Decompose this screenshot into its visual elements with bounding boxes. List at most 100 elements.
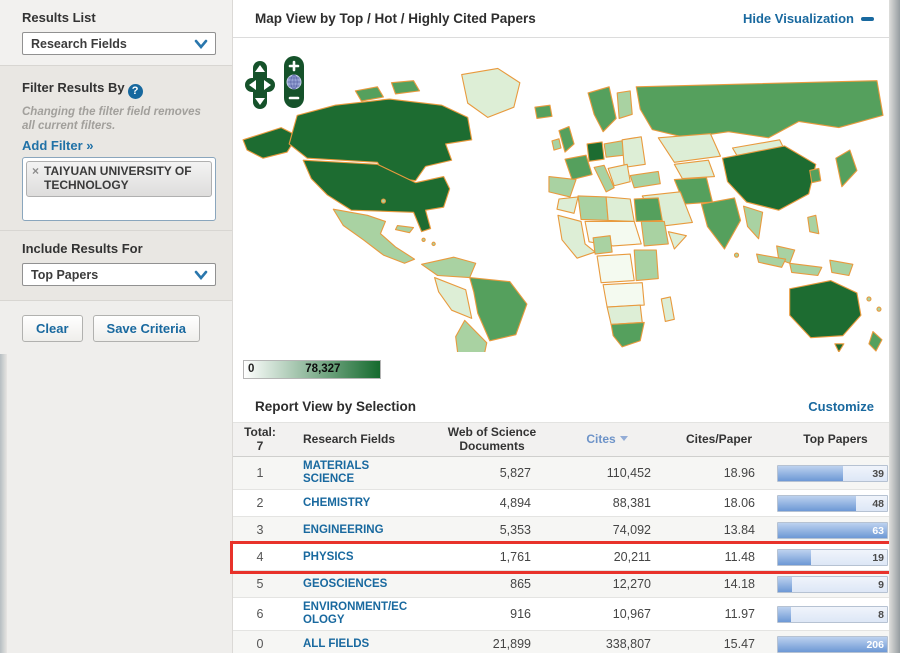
vertical-scrollbar[interactable] [889, 0, 900, 653]
rank-cell: 6 [256, 607, 264, 621]
map-area: 0 78,327 [233, 38, 900, 390]
hide-visualization-link[interactable]: Hide Visualization [743, 11, 874, 26]
legend-max-value: 78,327 [305, 363, 341, 375]
rank-cell: 2 [256, 496, 264, 510]
top-papers-cell: 48 [771, 494, 900, 512]
table-row: 5 GEOSCIENCES 865 12,270 14.18 9 [233, 571, 900, 598]
map-title: Map View by Top / Hot / Highly Cited Pap… [255, 11, 536, 26]
report-table-header: Total: 7 Research Fields Web of Science … [233, 422, 900, 457]
docs-cell: 4,894 [499, 496, 531, 510]
filter-note: Changing the filter field removes all cu… [22, 106, 201, 132]
table-row: 0 ALL FIELDS 21,899 338,807 15.47 206 [233, 631, 900, 653]
table-row: 4 PHYSICS 1,761 20,211 11.48 19 [230, 541, 900, 574]
top-papers-value: 8 [878, 608, 884, 621]
total-count-header: Total: 7 [244, 425, 276, 453]
cites-sort-header[interactable]: Cites [547, 432, 667, 447]
rank-cell: 4 [256, 550, 264, 564]
remove-filter-icon[interactable]: × [32, 165, 39, 178]
results-list-section: Results List Research Fields [0, 0, 232, 66]
cites-per-paper-cell: 18.96 [723, 466, 755, 480]
cites-cell: 20,211 [613, 550, 651, 564]
include-results-section: Include Results For Top Papers [0, 231, 232, 301]
top-papers-value: 9 [878, 578, 884, 591]
docs-cell: 21,899 [492, 637, 531, 651]
docs-cell: 5,353 [499, 523, 531, 537]
docs-cell: 865 [510, 577, 531, 591]
include-results-heading: Include Results For [22, 241, 143, 256]
main-panel: Map View by Top / Hot / Highly Cited Pap… [230, 0, 900, 653]
top-papers-value: 19 [872, 551, 884, 564]
top-papers-cell: 206 [771, 635, 900, 653]
results-list-select[interactable]: Research Fields [22, 32, 216, 55]
top-papers-bar: 8 [777, 605, 888, 623]
research-field-link[interactable]: ENGINEERING [303, 524, 411, 537]
help-icon[interactable]: ? [127, 84, 143, 99]
filter-chip-label: TAIYUAN UNIVERSITY OF TECHNOLOGY [44, 164, 192, 192]
docs-cell: 5,827 [499, 466, 531, 480]
sort-descending-icon [619, 435, 628, 441]
include-results-select[interactable]: Top Papers [22, 263, 216, 286]
docs-cell: 916 [510, 607, 531, 621]
clear-button[interactable]: Clear [22, 315, 83, 342]
research-field-link[interactable]: GEOSCIENCES [303, 578, 411, 591]
cites-cell: 338,807 [605, 637, 651, 651]
table-row: 2 CHEMISTRY 4,894 88,381 18.06 48 [233, 490, 900, 517]
cites-per-paper-cell: 13.84 [723, 523, 755, 537]
top-papers-cell: 19 [771, 548, 900, 566]
research-field-link[interactable]: ENVIRONMENT/ECOLOGY [303, 601, 411, 627]
sidebar: Results List Research Fields Filter Resu… [0, 0, 232, 653]
map-color-legend: 0 78,327 [243, 360, 381, 379]
research-field-link[interactable]: CHEMISTRY [303, 497, 411, 510]
cites-per-paper-cell: 11.48 [724, 550, 755, 564]
map-header: Map View by Top / Hot / Highly Cited Pap… [233, 0, 900, 38]
include-results-selected-value: Top Papers [31, 267, 99, 282]
cites-per-paper-cell: 11.97 [724, 607, 755, 621]
cites-per-paper-cell: 14.18 [723, 577, 755, 591]
map-pan-control[interactable] [245, 61, 275, 109]
chevron-down-icon [194, 270, 208, 280]
top-papers-bar-fill [778, 465, 844, 481]
wos-documents-header[interactable]: Web of Science Documents [437, 425, 547, 453]
top-papers-cell: 63 [771, 521, 900, 539]
table-row: 1 MATERIALS SCIENCE 5,827 110,452 18.96 … [233, 457, 900, 490]
actions-section: Clear Save Criteria [0, 301, 232, 354]
top-papers-bar-fill [778, 522, 887, 538]
customize-link[interactable]: Customize [808, 399, 874, 414]
report-title: Report View by Selection [255, 398, 417, 414]
top-papers-cell: 9 [771, 575, 900, 593]
world-map[interactable] [237, 46, 889, 352]
map-zoom-control[interactable] [283, 55, 305, 109]
rank-cell: 0 [256, 637, 264, 651]
esi-application: Results List Research Fields Filter Resu… [0, 0, 900, 653]
top-papers-cell: 39 [771, 464, 900, 482]
research-field-link[interactable]: PHYSICS [303, 551, 411, 564]
research-field-link[interactable]: ALL FIELDS [303, 638, 411, 651]
minus-icon [861, 16, 874, 21]
top-papers-header[interactable]: Top Papers [771, 432, 900, 447]
cites-per-paper-cell: 18.06 [723, 496, 755, 510]
research-field-link[interactable]: MATERIALS SCIENCE [303, 460, 411, 486]
table-row: 6 ENVIRONMENT/ECOLOGY 916 10,967 11.97 8 [233, 598, 900, 631]
save-criteria-button[interactable]: Save Criteria [92, 315, 201, 342]
legend-min-value: 0 [248, 363, 255, 375]
rank-cell: 1 [256, 466, 264, 480]
cites-cell: 10,967 [612, 607, 651, 621]
docs-cell: 1,761 [499, 550, 531, 564]
top-papers-value: 39 [872, 467, 884, 480]
top-papers-value: 63 [872, 524, 884, 537]
add-filter-link[interactable]: Add Filter » [22, 138, 94, 153]
cites-cell: 12,270 [612, 577, 651, 591]
filter-section: Filter Results By? Changing the filter f… [0, 66, 232, 231]
results-list-heading: Results List [22, 10, 96, 25]
map-controls [245, 48, 305, 114]
report-header: Report View by Selection Customize [233, 390, 900, 422]
report-table-body: 1 MATERIALS SCIENCE 5,827 110,452 18.96 … [230, 457, 900, 653]
filter-chip[interactable]: × TAIYUAN UNIVERSITY OF TECHNOLOGY [26, 161, 212, 197]
research-fields-header: Research Fields [303, 431, 396, 446]
top-papers-value: 48 [872, 497, 884, 510]
chevron-down-icon [194, 39, 208, 49]
top-papers-bar-fill [778, 549, 811, 565]
top-papers-bar: 63 [777, 521, 888, 539]
rank-cell: 5 [256, 577, 264, 591]
cites-per-paper-header[interactable]: Cites/Paper [667, 432, 771, 447]
